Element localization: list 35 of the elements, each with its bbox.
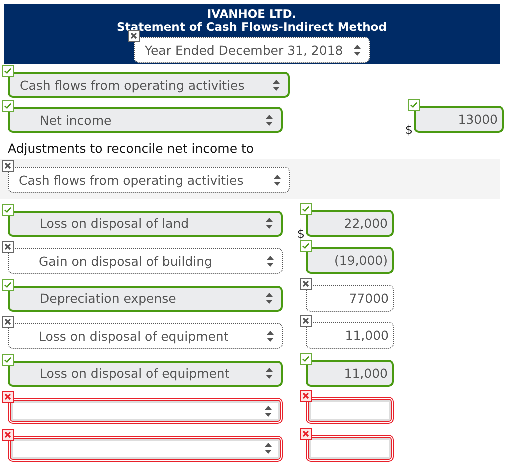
amount-field[interactable]: [306, 397, 394, 424]
sort-arrows-icon: [354, 44, 361, 56]
sort-arrows-icon: [266, 218, 273, 229]
dropdown-select[interactable]: [8, 398, 283, 424]
dropdown-select[interactable]: Loss on disposal of equipment: [8, 360, 283, 386]
amount-field[interactable]: [306, 434, 394, 462]
dropdown-select[interactable]: Year Ended December 31, 2018: [134, 37, 370, 63]
dropdown-select[interactable]: Depreciation expense: [8, 286, 283, 312]
amount-field[interactable]: 22,000: [306, 210, 394, 236]
sort-arrows-icon: [273, 80, 280, 90]
sort-arrows-icon: [266, 114, 273, 126]
sort-arrows-icon: [267, 256, 274, 266]
sort-arrows-icon: [265, 443, 272, 454]
sort-arrows-icon: [266, 368, 273, 379]
amount-field[interactable]: (19,000): [306, 247, 394, 274]
currency-symbol: $: [405, 124, 413, 136]
dropdown-select[interactable]: Net income: [8, 107, 283, 133]
amount-field[interactable]: 11,000: [306, 360, 394, 386]
company-name: IVANHOE LTD.: [207, 8, 297, 21]
amount-field[interactable]: 11,000: [306, 322, 394, 349]
dropdown-select[interactable]: Loss on disposal of equipment: [8, 323, 283, 349]
sort-arrows-icon: [266, 293, 273, 304]
dropdown-select[interactable]: Cash flows from operating activities: [8, 167, 290, 193]
currency-symbol: $: [297, 228, 305, 240]
amount-field[interactable]: 13000: [414, 106, 504, 133]
amount-field[interactable]: 77000: [306, 284, 394, 312]
statement-title: Statement of Cash Flows-Indirect Method: [117, 21, 387, 34]
sort-arrows-icon: [274, 174, 281, 186]
section-note: Adjustments to reconcile net income to: [7, 141, 256, 156]
sort-arrows-icon: [265, 406, 272, 416]
dropdown-select[interactable]: Cash flows from operating activities: [8, 72, 290, 98]
dropdown-select[interactable]: Loss on disposal of land: [8, 210, 283, 236]
sort-arrows-icon: [267, 330, 274, 342]
dropdown-select[interactable]: Gain on disposal of building: [8, 248, 283, 274]
dropdown-select[interactable]: [8, 436, 283, 462]
